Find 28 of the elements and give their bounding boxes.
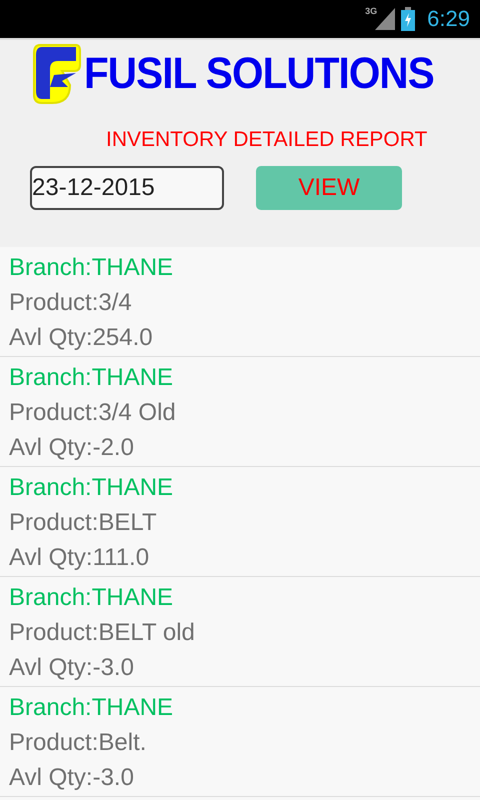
logo-icon xyxy=(32,41,82,107)
quantity-label: Avl Qty:-3.0 xyxy=(9,653,134,683)
battery-icon xyxy=(401,7,416,31)
quantity-label: Avl Qty:-2.0 xyxy=(9,433,134,463)
product-label: Product:BELT xyxy=(9,508,157,538)
clock: 6:29 xyxy=(427,6,470,32)
branch-label: Branch:THANE xyxy=(9,693,174,723)
quantity-label: Avl Qty:-3.0 xyxy=(9,763,134,793)
signal-icon xyxy=(375,8,396,30)
record-row[interactable]: Branch:THANE Product:BELT old Avl Qty:-3.0 xyxy=(0,577,480,687)
product-label: Product:3/4 Old xyxy=(9,398,176,428)
branch-label: Branch:THANE xyxy=(9,473,174,503)
product-label: Product:BELT old xyxy=(9,618,195,648)
quantity-label: Avl Qty:111.0 xyxy=(9,543,150,573)
quantity-label: Avl Qty:254.0 xyxy=(9,323,153,353)
record-row[interactable]: Branch:THANE Product:3/4 Avl Qty:254.0 xyxy=(0,247,480,357)
branch-label: Branch:THANE xyxy=(9,363,174,393)
report-title: INVENTORY DETAILED REPORT xyxy=(106,128,428,152)
product-label: Product:3/4 xyxy=(9,288,132,318)
record-row[interactable]: Branch:THANE Product:3/4 Old Avl Qty:-2.0 xyxy=(0,357,480,467)
record-row[interactable]: Branch:THANE Product:Belt. Avl Qty:-3.0 xyxy=(0,687,480,797)
brand-name: FUSIL SOLUTIONS xyxy=(84,49,434,99)
network-type: 3G xyxy=(365,6,378,16)
date-field[interactable]: 23-12-2015 xyxy=(30,166,224,210)
record-row[interactable]: Branch:THANE Product:BELT Avl Qty:111.0 xyxy=(0,467,480,577)
branch-label: Branch:THANE xyxy=(9,253,174,283)
branch-label: Branch:THANE xyxy=(9,583,174,613)
product-label: Product:Belt. xyxy=(9,728,146,758)
